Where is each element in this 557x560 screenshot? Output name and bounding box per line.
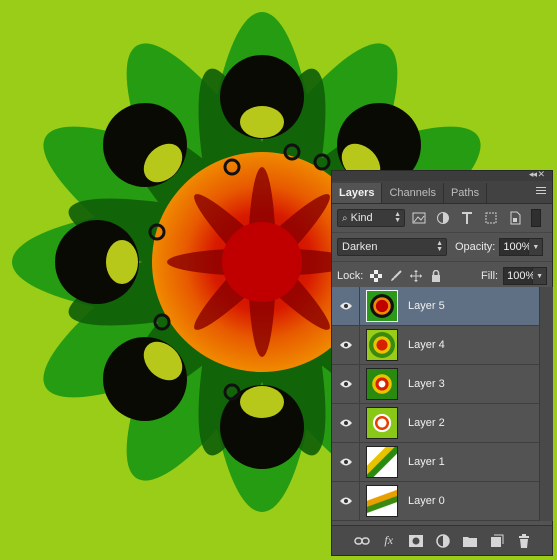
layer-row-1[interactable]: Layer 1 <box>332 442 539 482</box>
link-icon[interactable] <box>353 533 370 549</box>
layer-row-3[interactable]: Layer 3 <box>332 364 539 404</box>
search-icon: ⌕ <box>342 212 348 224</box>
opacity-label: Opacity: <box>455 241 496 253</box>
lock-label: Lock: <box>337 270 364 282</box>
new-layer-icon[interactable] <box>489 533 505 549</box>
filter-pixel-icon[interactable] <box>409 209 429 227</box>
filter-kind-label: Kind <box>350 212 373 224</box>
fill-input[interactable]: 100% <box>503 267 535 285</box>
chevron-updown-icon: ▲ ▼ <box>394 211 401 224</box>
panel-menu-icon[interactable] <box>536 185 546 195</box>
tab-paths[interactable]: Paths <box>444 183 488 203</box>
fx-label: fx <box>384 533 394 547</box>
eye-icon[interactable] <box>332 442 360 482</box>
blend-row: Darken ▲ ▼ Opacity: 100% ▼ <box>332 233 552 262</box>
eye-icon[interactable] <box>332 364 360 404</box>
adjustment-icon[interactable] <box>435 533 451 549</box>
layer-name: Layer 4 <box>408 339 445 351</box>
layer-row-0[interactable]: Layer 0 <box>332 481 539 521</box>
layer-name: Layer 5 <box>408 300 445 312</box>
layer-row-2[interactable]: Layer 2 <box>332 403 539 443</box>
layer-thumbnail <box>366 446 398 478</box>
layer-thumbnail <box>366 485 398 517</box>
layer-name: Layer 0 <box>408 495 445 507</box>
eye-icon[interactable] <box>332 325 360 365</box>
fx-icon[interactable]: fx <box>381 533 397 549</box>
collapse-icon[interactable]: ◂◂ ✕ <box>529 169 545 180</box>
blend-mode-value: Darken <box>342 241 378 253</box>
trash-icon[interactable] <box>516 533 532 549</box>
filter-adjustment-icon[interactable] <box>433 209 453 227</box>
eye-icon[interactable] <box>332 286 360 326</box>
lock-move-icon[interactable] <box>409 269 423 283</box>
layers-scrollbar[interactable] <box>539 287 553 521</box>
layer-name: Layer 3 <box>408 378 445 390</box>
layers-panel: ◂◂ ✕ Layers Channels Paths ⌕ Kind ▲ ▼ Da… <box>331 169 553 556</box>
layer-thumbnail <box>366 329 398 361</box>
filter-type-icon[interactable] <box>457 209 477 227</box>
filter-toggle[interactable] <box>531 209 541 227</box>
layer-list: Layer 5 Layer 4 Layer 3 Layer 2 Layer 1 … <box>332 286 539 521</box>
layer-row-4[interactable]: Layer 4 <box>332 325 539 365</box>
blend-mode-select[interactable]: Darken ▲ ▼ <box>337 238 447 256</box>
mask-icon[interactable] <box>408 533 424 549</box>
panel-bottom-bar: fx <box>332 525 552 555</box>
layer-row-5[interactable]: Layer 5 <box>332 286 539 326</box>
lock-all-icon[interactable] <box>429 269 443 283</box>
layer-thumbnail <box>366 368 398 400</box>
fill-dropdown-icon[interactable]: ▼ <box>533 267 548 285</box>
opacity-dropdown-icon[interactable]: ▼ <box>529 238 544 256</box>
tab-layers[interactable]: Layers <box>332 183 383 203</box>
lock-brush-icon[interactable] <box>389 269 403 283</box>
layer-thumbnail <box>366 407 398 439</box>
filter-kind-select[interactable]: ⌕ Kind ▲ ▼ <box>337 209 405 227</box>
filter-row: ⌕ Kind ▲ ▼ <box>332 204 552 233</box>
panel-titlebar[interactable]: ◂◂ ✕ <box>332 169 552 181</box>
filter-smartobject-icon[interactable] <box>505 209 525 227</box>
chevron-updown-icon: ▲ ▼ <box>436 240 443 253</box>
eye-icon[interactable] <box>332 403 360 443</box>
opacity-input[interactable]: 100% <box>499 238 532 256</box>
panel-tabs: Layers Channels Paths <box>332 181 552 204</box>
layer-thumbnail <box>366 290 398 322</box>
lock-transparent-icon[interactable] <box>369 269 383 283</box>
layer-name: Layer 1 <box>408 456 445 468</box>
tab-channels[interactable]: Channels <box>382 183 444 203</box>
folder-icon[interactable] <box>462 533 478 549</box>
fill-label: Fill: <box>480 270 499 282</box>
filter-shape-icon[interactable] <box>481 209 501 227</box>
layer-name: Layer 2 <box>408 417 445 429</box>
eye-icon[interactable] <box>332 481 360 521</box>
